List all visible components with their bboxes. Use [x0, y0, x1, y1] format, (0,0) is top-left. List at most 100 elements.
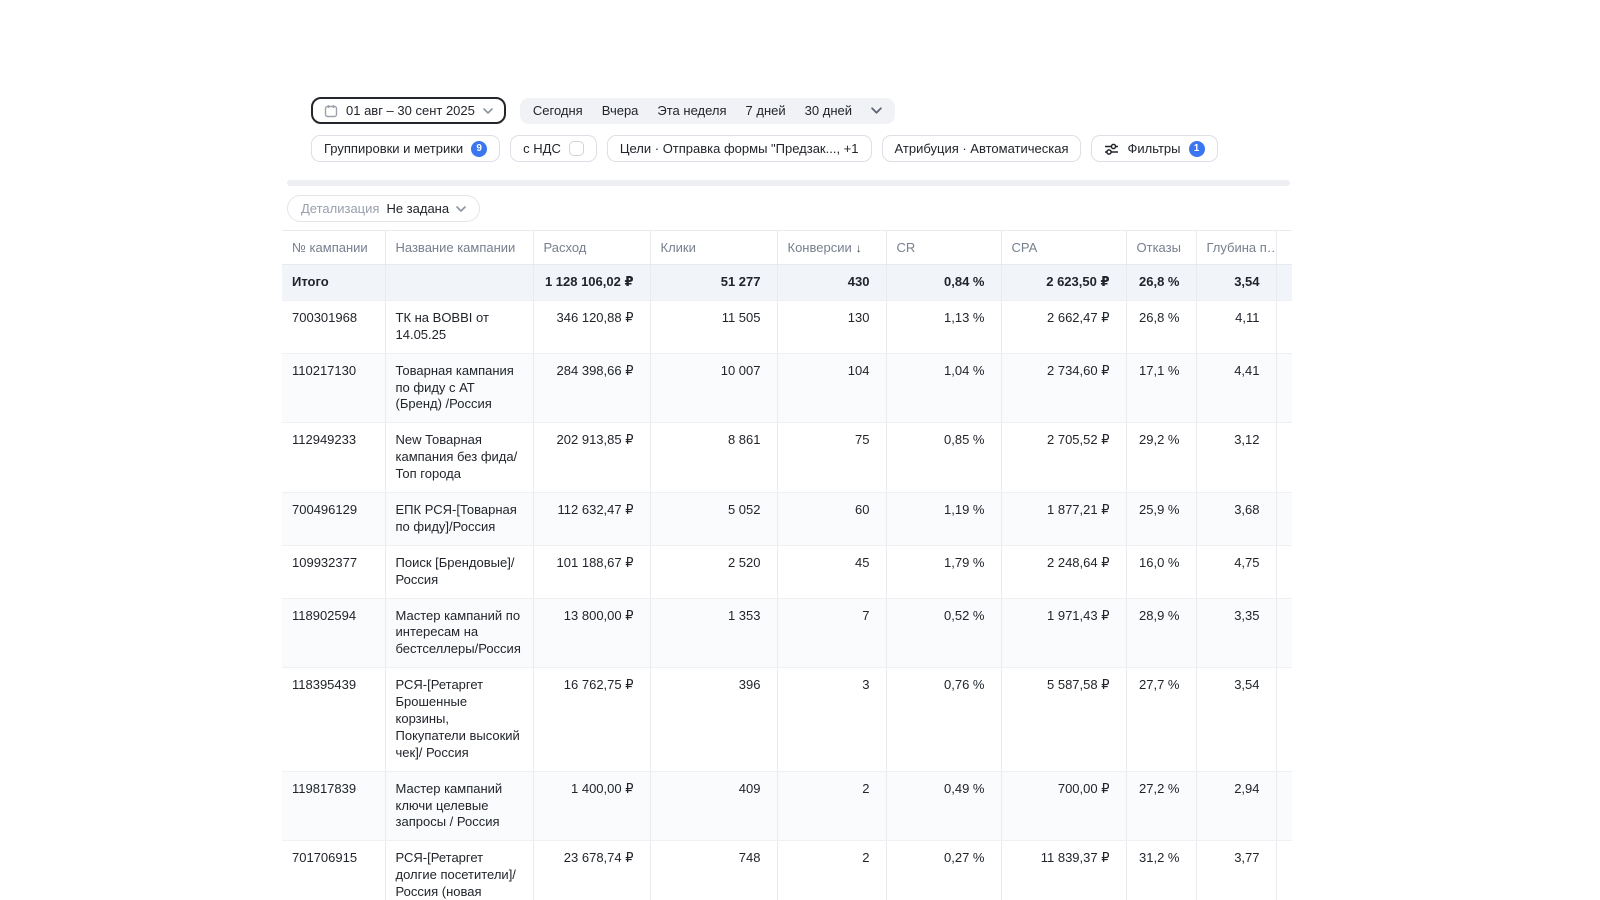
cell-clicks: 748: [650, 840, 778, 900]
column-label: Клики: [660, 240, 696, 255]
statistics-table: № кампании Название кампании Расход Клики Ко…: [282, 230, 1292, 900]
cell-cr: 0,85 %: [886, 422, 1002, 494]
goals-label: Цели · Отправка формы "Предзак..., +1: [619, 141, 859, 156]
totals-row[interactable]: Итого 1 128 106,02 ₽51 277 430 0,84 % 2 623,…: [282, 264, 1292, 301]
detail-selector[interactable]: Детализация Не задана: [287, 195, 481, 222]
table-row[interactable]: 109932377 Поиск [Брендовые]/ Россия 101 18…: [282, 545, 1292, 599]
column-label: № кампании: [292, 240, 368, 255]
cell-clicks: 11 505: [650, 300, 778, 354]
cell-id: 118395439: [282, 667, 386, 772]
cell-cost: 23 678,74 ₽: [533, 840, 651, 900]
cell-cost: 1 400,00 ₽: [533, 771, 651, 842]
quick-range-today[interactable]: Сегодня: [533, 103, 583, 118]
detail-selector-row: Детализация Не задана: [287, 195, 481, 222]
cut-column-cell: [1276, 545, 1292, 599]
cell-cr: 1,13 %: [886, 300, 1002, 354]
cell-cost: 346 120,88 ₽: [533, 300, 651, 354]
cell-conversions: 104: [777, 353, 887, 424]
cell-name: [385, 264, 534, 301]
quick-range-this-week[interactable]: Эта неделя: [657, 103, 726, 118]
column-header-bounce[interactable]: Отказы: [1126, 230, 1197, 265]
cut-column-cell: [1276, 492, 1292, 546]
cell-cost: 112 632,47 ₽: [533, 492, 651, 546]
quick-range-yesterday[interactable]: Вчера: [602, 103, 639, 118]
column-header-cr[interactable]: CR: [886, 230, 1002, 265]
cell-cpa: 700,00 ₽: [1001, 771, 1127, 842]
cut-column-cell: [1276, 264, 1292, 301]
groupings-count-badge: 9: [471, 140, 488, 157]
cell-conversions: 130: [777, 300, 887, 354]
date-range-picker[interactable]: 01 авг – 30 сент 2025: [311, 97, 506, 124]
cell-cpa: 1 971,43 ₽: [1001, 598, 1127, 669]
goals-button[interactable]: Цели · Отправка формы "Предзак..., +1: [606, 135, 872, 162]
filters-button[interactable]: Фильтры 1: [1091, 135, 1218, 162]
cell-id: 112949233: [282, 422, 386, 494]
column-header-cpa[interactable]: CPA: [1001, 230, 1127, 265]
table-row[interactable]: 118902594 Мастер кампаний по интересам на…: [282, 598, 1292, 669]
attribution-button[interactable]: Атрибуция · Автоматическая: [881, 135, 1082, 162]
column-header-depth[interactable]: Глубина п…: [1196, 230, 1277, 265]
cell-cost: 284 398,66 ₽: [533, 353, 651, 424]
cell-cost: 1 128 106,02 ₽: [533, 264, 651, 301]
table-row[interactable]: 119817839 Мастер кампаний ключи целевые з…: [282, 771, 1292, 842]
cell-clicks: 2 520: [650, 545, 778, 599]
cell-name: ТК на BOBBI от 14.05.25: [385, 300, 534, 354]
table-row[interactable]: 112949233 New Товарная кампания без фида/…: [282, 422, 1292, 494]
column-label: Расход: [543, 240, 587, 255]
date-toolbar: 01 авг – 30 сент 2025 Сегодня Вчера Эта …: [311, 97, 895, 124]
cell-name: РСЯ-[Ретаргет Брошенные корзины, Покупат…: [385, 667, 534, 772]
quick-range-7-days[interactable]: 7 дней: [746, 103, 786, 118]
table-row[interactable]: 701706915 РСЯ-[Ретаргет долгие посетители…: [282, 840, 1292, 900]
column-header-clicks[interactable]: Клики: [650, 230, 778, 265]
cell-clicks: 5 052: [650, 492, 778, 546]
groupings-metrics-button[interactable]: Группировки и метрики 9: [311, 135, 501, 162]
cell-depth: 3,54: [1196, 264, 1277, 301]
chevron-down-icon[interactable]: [871, 107, 882, 114]
cell-cr: 0,84 %: [886, 264, 1002, 301]
cell-cpa: 11 839,37 ₽: [1001, 840, 1127, 900]
cut-column-cell: [1276, 598, 1292, 669]
cell-conversions: 430: [777, 264, 887, 301]
cell-bounce: 31,2 %: [1126, 840, 1197, 900]
table-header-row: № кампании Название кампании Расход Клики Ко…: [282, 230, 1292, 265]
column-header-cost[interactable]: Расход: [533, 230, 651, 265]
column-header-id[interactable]: № кампании: [282, 230, 386, 265]
cell-cr: 0,49 %: [886, 771, 1002, 842]
cell-bounce: 16,0 %: [1126, 545, 1197, 599]
cell-id: 700301968: [282, 300, 386, 354]
column-label: Название кампании: [395, 240, 516, 255]
cell-cost: 16 762,75 ₽: [533, 667, 651, 772]
cell-id: 110217130: [282, 353, 386, 424]
cell-bounce: 29,2 %: [1126, 422, 1197, 494]
column-header-name[interactable]: Название кампании: [385, 230, 534, 265]
cell-name: New Товарная кампания без фида/Топ город…: [385, 422, 534, 494]
vat-checkbox[interactable]: [568, 141, 584, 156]
cell-id: Итого: [282, 264, 386, 301]
column-label: Глубина п…: [1206, 240, 1276, 255]
cell-cpa: 2 623,50 ₽: [1001, 264, 1127, 301]
quick-range-30-days[interactable]: 30 дней: [805, 103, 852, 118]
cell-conversions: 45: [777, 545, 887, 599]
sliders-icon: [1104, 142, 1119, 156]
cell-name: Поиск [Брендовые]/ Россия: [385, 545, 534, 599]
cell-clicks: 1 353: [650, 598, 778, 669]
cell-cr: 1,19 %: [886, 492, 1002, 546]
cell-cpa: 2 662,47 ₽: [1001, 300, 1127, 354]
detail-selector-label: Детализация: [301, 201, 380, 216]
cell-cpa: 2 734,60 ₽: [1001, 353, 1127, 424]
horizontal-scrollbar[interactable]: [287, 180, 1290, 186]
vat-toggle-button[interactable]: с НДС: [510, 135, 597, 162]
table-row[interactable]: 110217130 Товарная кампания по фиду с АТ …: [282, 353, 1292, 424]
cell-id: 109932377: [282, 545, 386, 599]
cell-depth: 4,41: [1196, 353, 1277, 424]
cell-id: 118902594: [282, 598, 386, 669]
table-row[interactable]: 700496129 ЕПК РСЯ-[Товарная по фиду]/Росс…: [282, 492, 1292, 546]
cell-bounce: 27,2 %: [1126, 771, 1197, 842]
attribution-label: Атрибуция · Автоматическая: [894, 141, 1069, 156]
groupings-metrics-label: Группировки и метрики: [324, 141, 464, 156]
column-label: Конверсии: [787, 240, 852, 255]
column-header-conversions[interactable]: Конверсии ↓: [777, 230, 887, 265]
table-row[interactable]: 118395439 РСЯ-[Ретаргет Брошенные корзины…: [282, 667, 1292, 772]
table-row[interactable]: 700301968 ТК на BOBBI от 14.05.25 346 120,…: [282, 300, 1292, 354]
cell-depth: 3,35: [1196, 598, 1277, 669]
